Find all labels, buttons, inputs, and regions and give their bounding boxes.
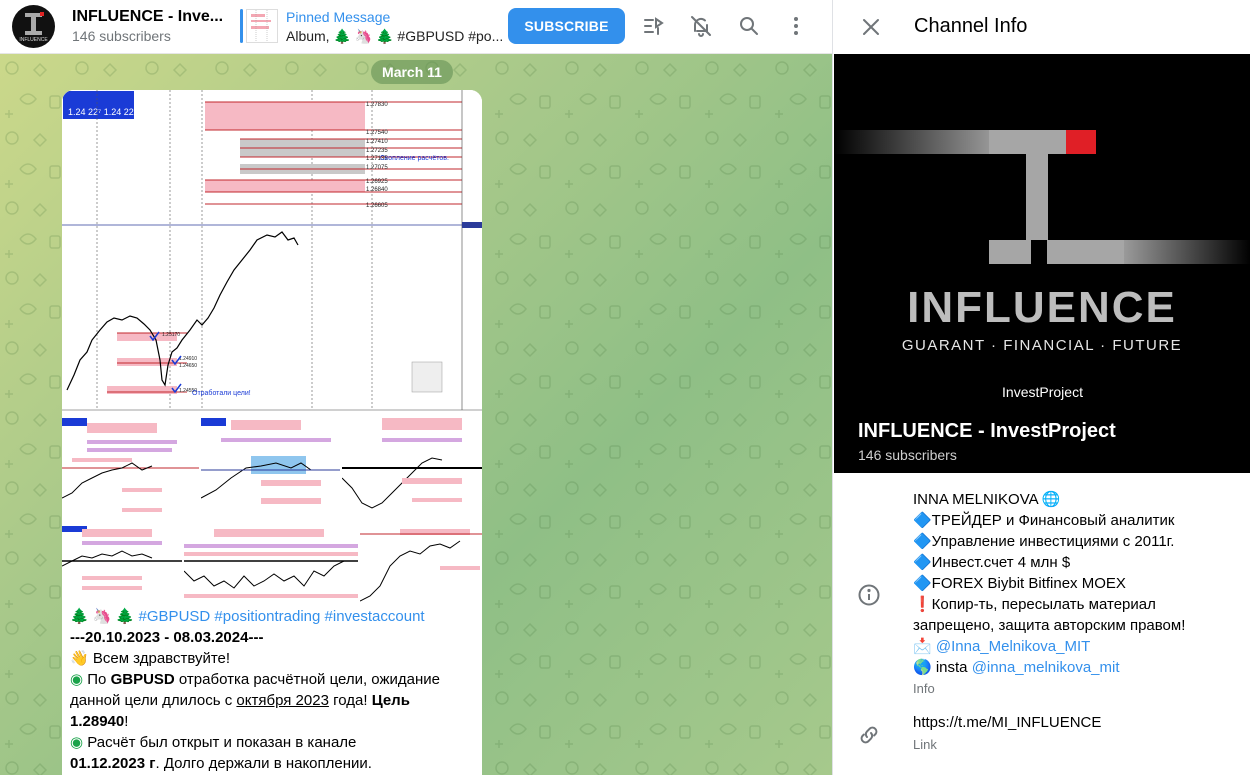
subscribe-button[interactable]: SUBSCRIBE: [508, 8, 625, 44]
contact-mention[interactable]: @Inna_Melnikova_MIT: [936, 638, 1090, 655]
chart-annotation: Скопление расчётов.: [380, 155, 449, 162]
envelope-icon: 📩: [913, 638, 932, 655]
avatar-text: INFLUENCE: [19, 37, 48, 43]
pinned-indicator: [240, 9, 243, 43]
chart-level: 1.27235: [366, 148, 388, 154]
bullet-icon: ◉: [70, 734, 84, 751]
pinned-title[interactable]: Pinned Message: [286, 9, 390, 25]
info-line: ❗Копир-ть, пересылать материал: [913, 596, 1156, 613]
message-dates: ---20.10.2023 - 08.03.2024---: [70, 629, 264, 646]
channel-description[interactable]: INNA MELNIKOVA 🌐 🔷ТРЕЙДЕР и Финансовый а…: [913, 489, 1233, 699]
chart-level: 1.26840: [366, 187, 388, 193]
p1-h: 1.28940: [70, 713, 125, 730]
chart-level: 1.27830: [366, 102, 388, 108]
channel-avatar[interactable]: INFLUENCE: [12, 5, 55, 48]
album-image-3[interactable]: [201, 418, 340, 524]
video-chat-icon[interactable]: [640, 13, 666, 39]
panel-title: Channel Info: [914, 15, 1028, 37]
info-line: 🔷FOREX Biybit Bitfinex MOEX: [913, 575, 1126, 592]
p2-b: 01.12.2023 г: [70, 755, 156, 772]
chart-annotation: Отработали цели!: [192, 389, 251, 397]
message-text: 🌲 🦄 🌲 #GBPUSD #positiontrading #investac…: [70, 606, 478, 774]
p2-a: Расчёт был открыт и показан в канале: [87, 734, 357, 751]
bullet-icon: ◉: [70, 671, 84, 688]
tree-emoji: 🌲 🦄 🌲: [70, 608, 135, 625]
message-bubble[interactable]: 1.24 22⁷ 1.24 22⁷ 1.27830 1.27540 1.2741…: [62, 90, 482, 775]
pinned-text[interactable]: Album, 🌲 🦄 🌲 #GBPUSD #po...: [286, 28, 503, 45]
chart-level: 1.27410: [366, 139, 388, 145]
mute-icon[interactable]: [688, 13, 714, 39]
p1-c: отработка расчётной цели, ожидание: [174, 671, 440, 688]
chat-header: INFLUENCE INFLUENCE - Inve... 146 subscr…: [0, 0, 832, 54]
p1-g: Цель: [371, 692, 410, 709]
p1-d: данной цели длилось с: [70, 692, 237, 709]
channel-info-panel: Channel Info INFLUENCE GUARANT · FINANCI…: [832, 0, 1250, 775]
insta-prefix: 🌎 insta: [913, 659, 972, 676]
chart-level: 1.26605: [366, 203, 388, 209]
album-image-5[interactable]: [62, 526, 182, 606]
subscriber-count: 146 subscribers: [72, 28, 171, 44]
close-icon[interactable]: [859, 15, 883, 39]
svg-text:1.24 22⁷ 1.24 22⁷: 1.24 22⁷ 1.24 22⁷: [68, 107, 137, 117]
info-line: запрещено, защита авторским правом!: [913, 617, 1186, 634]
p1-e: октября 2023: [236, 692, 329, 709]
hashtag-gbpusd[interactable]: #GBPUSD: [139, 608, 211, 625]
album-image-7[interactable]: [360, 526, 482, 606]
channel-title[interactable]: INFLUENCE - Inve...: [72, 8, 223, 26]
hashtag-investaccount[interactable]: #investaccount: [325, 608, 425, 625]
info-line: 🔷Управление инвестициями с 2011г.: [913, 533, 1175, 550]
info-line: 🔷ТРЕЙДЕР и Финансовый аналитик: [913, 512, 1175, 529]
channel-link[interactable]: https://t.me/MI_INFLUENCE: [913, 714, 1101, 731]
cover-tagline: GUARANT · FINANCIAL · FUTURE: [902, 337, 1182, 354]
search-icon[interactable]: [736, 13, 762, 39]
chart-level: 1.24650: [179, 363, 197, 369]
channel-cover[interactable]: INFLUENCE GUARANT · FINANCIAL · FUTURE I…: [834, 54, 1250, 473]
channel-subscribers: 146 subscribers: [858, 447, 957, 463]
chart-level: 1.25170: [162, 332, 180, 338]
chart-level: 1.24910: [179, 356, 197, 362]
hashtag-positiontrading[interactable]: #positiontrading: [214, 608, 320, 625]
greeting-text: Всем здравствуйте!: [92, 650, 231, 667]
insta-mention[interactable]: @inna_melnikova_mit: [972, 659, 1120, 676]
album-image-6[interactable]: [184, 526, 358, 606]
info-caption: Info: [913, 681, 935, 696]
p1-a: По: [87, 671, 111, 688]
chart-level: 1.27075: [366, 165, 388, 171]
chart-level: 1.27540: [366, 130, 388, 136]
info-line: 🔷Инвест.счет 4 млн $: [913, 554, 1071, 571]
p2-c: . Долго держали в накоплении.: [155, 755, 372, 772]
info-line: INNA MELNIKOVA 🌐: [913, 491, 1061, 508]
album-image-main[interactable]: 1.24 22⁷ 1.24 22⁷ 1.27830 1.27540 1.2741…: [62, 90, 482, 416]
album-image-2[interactable]: [62, 418, 199, 524]
p1-f: года!: [328, 692, 372, 709]
panel-header: Channel Info: [833, 0, 1250, 54]
pinned-thumbnail[interactable]: [246, 9, 278, 43]
link-caption: Link: [913, 737, 937, 752]
channel-name: INFLUENCE - InvestProject: [858, 420, 1116, 442]
album-image-4[interactable]: [342, 418, 482, 524]
chart-level: 1.26925: [366, 179, 388, 185]
p1-b: GBPUSD: [110, 671, 175, 688]
more-icon[interactable]: [783, 13, 809, 39]
chat-area[interactable]: March 11 1.24 22⁷ 1.24 22⁷ 1.27830 1.275…: [0, 54, 832, 775]
date-separator: March 11: [371, 60, 453, 84]
link-icon: [857, 723, 881, 747]
cover-project: InvestProject: [1002, 384, 1083, 400]
wave-emoji: 👋: [70, 650, 89, 667]
cover-brand: INFLUENCE: [907, 283, 1177, 332]
p1-i: !: [124, 713, 129, 730]
info-icon: [857, 583, 881, 607]
